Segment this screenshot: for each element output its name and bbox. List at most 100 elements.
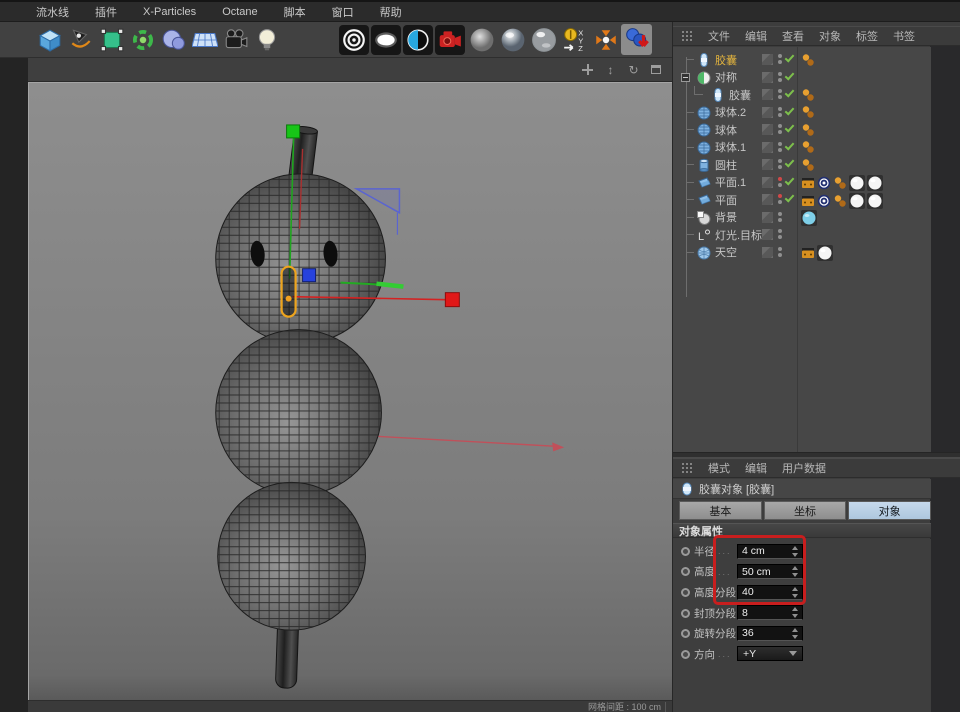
object-row[interactable]: 天空 [673, 244, 931, 262]
render-region-tool-icon[interactable] [371, 25, 401, 55]
material-tag-icon[interactable] [801, 210, 817, 226]
compare-ab-tool-icon[interactable] [403, 25, 433, 55]
object-name[interactable]: 平面 [715, 192, 737, 208]
composite-tag-icon[interactable] [801, 246, 815, 260]
move-tool-tool-icon[interactable] [621, 24, 652, 55]
attribute-tab-item[interactable]: 基本 [679, 501, 762, 520]
layer-toggle[interactable] [762, 89, 773, 100]
object-name[interactable]: 胶囊 [715, 52, 737, 68]
panel-grip-icon[interactable] [681, 30, 693, 42]
phong-tag-icon[interactable] [801, 53, 815, 67]
enabled-check-icon[interactable] [785, 157, 795, 167]
material-sphere-glossy-tool-icon[interactable] [497, 24, 528, 55]
layer-toggle[interactable] [762, 247, 773, 258]
visibility-dots[interactable] [777, 107, 782, 118]
visibility-dots[interactable] [777, 124, 782, 135]
object-manager-menu-item[interactable]: 编辑 [745, 28, 767, 44]
attribute-tab-selected[interactable]: 对象 [848, 501, 931, 520]
visibility-dots[interactable] [777, 194, 782, 205]
enabled-check-icon[interactable] [785, 52, 795, 62]
attribute-section-header[interactable]: 对象属性 [673, 523, 931, 538]
enabled-check-icon[interactable] [785, 175, 795, 185]
object-name[interactable]: 圆柱 [715, 157, 737, 173]
menubar-item[interactable]: X-Particles [143, 6, 196, 18]
keyframe-dial-icon[interactable] [681, 588, 690, 597]
object-row[interactable]: 背景 [673, 209, 931, 227]
keyframe-dial-icon[interactable] [681, 547, 690, 556]
value-input[interactable]: 8 [737, 605, 803, 620]
value-input[interactable]: 4 cm [737, 544, 803, 559]
light-tool-icon[interactable] [251, 24, 282, 55]
object-name[interactable]: 胶囊 [729, 87, 751, 103]
attribute-manager-menu-item[interactable]: 用户数据 [782, 460, 826, 476]
object-manager-menu-item[interactable]: 对象 [819, 28, 841, 44]
object-name[interactable]: 球体 [715, 122, 737, 138]
object-name[interactable]: 球体.1 [715, 139, 746, 155]
menubar-item[interactable]: 窗口 [332, 4, 354, 20]
cube-primitive-tool-icon[interactable] [34, 24, 65, 55]
visibility-dots[interactable] [777, 229, 782, 240]
visibility-dots[interactable] [777, 212, 782, 223]
stepper-arrows-icon[interactable] [791, 628, 798, 639]
menubar-item[interactable]: 插件 [95, 4, 117, 20]
object-row[interactable]: 平面.1 [673, 174, 931, 192]
attribute-tab-item[interactable]: 坐标 [764, 501, 847, 520]
menubar-item[interactable]: 脚本 [284, 4, 306, 20]
layer-toggle[interactable] [762, 54, 773, 65]
viewport-canvas[interactable] [28, 82, 672, 700]
menubar-item[interactable]: 流水线 [36, 4, 69, 20]
visibility-dots[interactable] [777, 72, 782, 83]
enabled-check-icon[interactable] [785, 70, 795, 80]
metaball-tool-icon[interactable] [158, 24, 189, 55]
composite-tag-icon[interactable] [801, 194, 815, 208]
phong-tag-icon[interactable] [801, 140, 815, 154]
viewport-zoom-icon[interactable]: ↕ [603, 63, 618, 77]
target-tag-icon[interactable] [817, 194, 831, 208]
object-manager-menu-item[interactable]: 标签 [856, 28, 878, 44]
object-row[interactable]: 胶囊 [673, 86, 931, 104]
plane-grid-tool-icon[interactable] [189, 24, 220, 55]
layer-toggle[interactable] [762, 212, 773, 223]
nurbs-generator-tool-icon[interactable] [127, 24, 158, 55]
layer-toggle[interactable] [762, 124, 773, 135]
enabled-check-icon[interactable] [785, 122, 795, 132]
object-row[interactable]: 圆柱 [673, 156, 931, 174]
phong-tag-icon[interactable] [801, 105, 815, 119]
viewport-maximize-icon[interactable] [649, 63, 664, 77]
camera-tool-icon[interactable] [220, 24, 251, 55]
stepper-arrows-icon[interactable] [791, 607, 798, 618]
phong-tag-icon[interactable] [801, 123, 815, 137]
material-tag-icon[interactable] [867, 193, 883, 209]
layer-toggle[interactable] [762, 194, 773, 205]
object-row[interactable]: 对称 [673, 69, 931, 87]
object-manager-menu-item[interactable]: 书签 [893, 28, 915, 44]
keyframe-dial-icon[interactable] [681, 567, 690, 576]
layer-toggle[interactable] [762, 72, 773, 83]
object-row[interactable]: 平面 [673, 191, 931, 209]
attribute-manager-menu-item[interactable]: 模式 [708, 460, 730, 476]
object-name[interactable]: 平面.1 [715, 174, 746, 190]
object-manager-menu-item[interactable]: 查看 [782, 28, 804, 44]
object-manager-menu-item[interactable]: 文件 [708, 28, 730, 44]
tree-expander-icon[interactable] [681, 69, 697, 86]
layer-toggle[interactable] [762, 229, 773, 240]
attribute-manager-menu-item[interactable]: 编辑 [745, 460, 767, 476]
material-tag-icon[interactable] [849, 193, 865, 209]
target-tag-icon[interactable] [817, 176, 831, 190]
render-settings-tool-icon[interactable] [435, 25, 465, 55]
value-input[interactable]: 36 [737, 626, 803, 641]
object-row[interactable]: 球体.2 [673, 104, 931, 122]
direction-dropdown[interactable]: +Y [737, 646, 803, 661]
material-sphere-matte-tool-icon[interactable] [466, 24, 497, 55]
visibility-dots[interactable] [777, 142, 782, 153]
object-row[interactable]: L灯光.目标.1 [673, 226, 931, 244]
object-name[interactable]: 对称 [715, 69, 737, 85]
stepper-arrows-icon[interactable] [791, 566, 798, 577]
axis-center-tool-icon[interactable] [590, 24, 621, 55]
stepper-arrows-icon[interactable] [791, 546, 798, 557]
material-tag-icon[interactable] [817, 245, 833, 261]
menubar-item[interactable]: Octane [222, 6, 257, 18]
keyframe-dial-icon[interactable] [681, 650, 690, 659]
editable-mesh-tool-icon[interactable] [96, 24, 127, 55]
visibility-dots[interactable] [777, 159, 782, 170]
